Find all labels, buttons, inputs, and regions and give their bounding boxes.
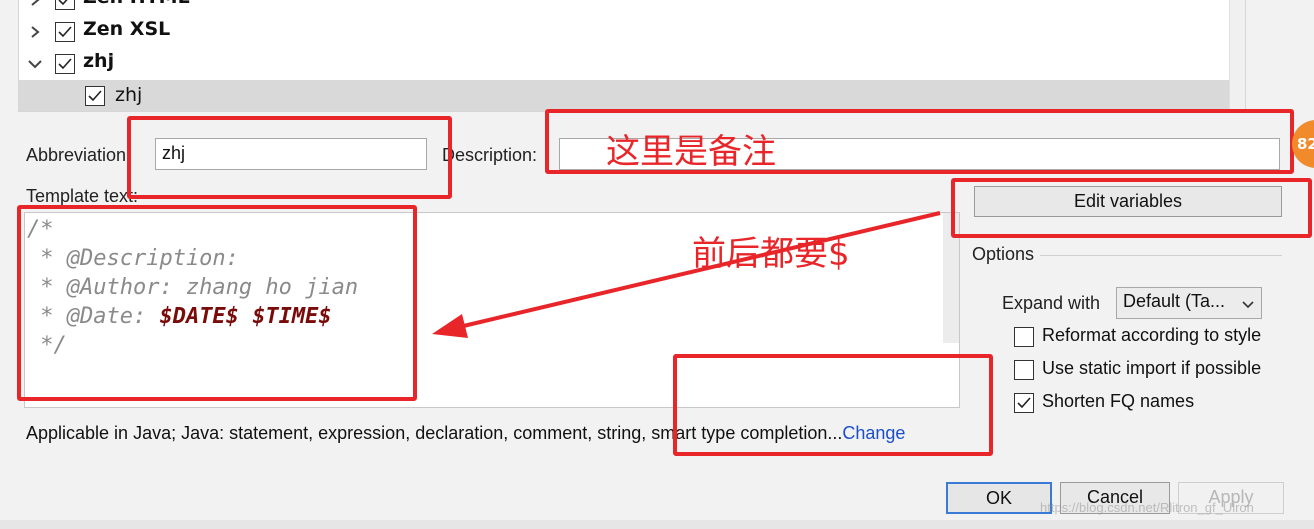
watermark: https://blog.csdn.net/Rlitron_gf_Ulron	[1040, 500, 1254, 515]
annotation-arrow	[432, 211, 941, 338]
